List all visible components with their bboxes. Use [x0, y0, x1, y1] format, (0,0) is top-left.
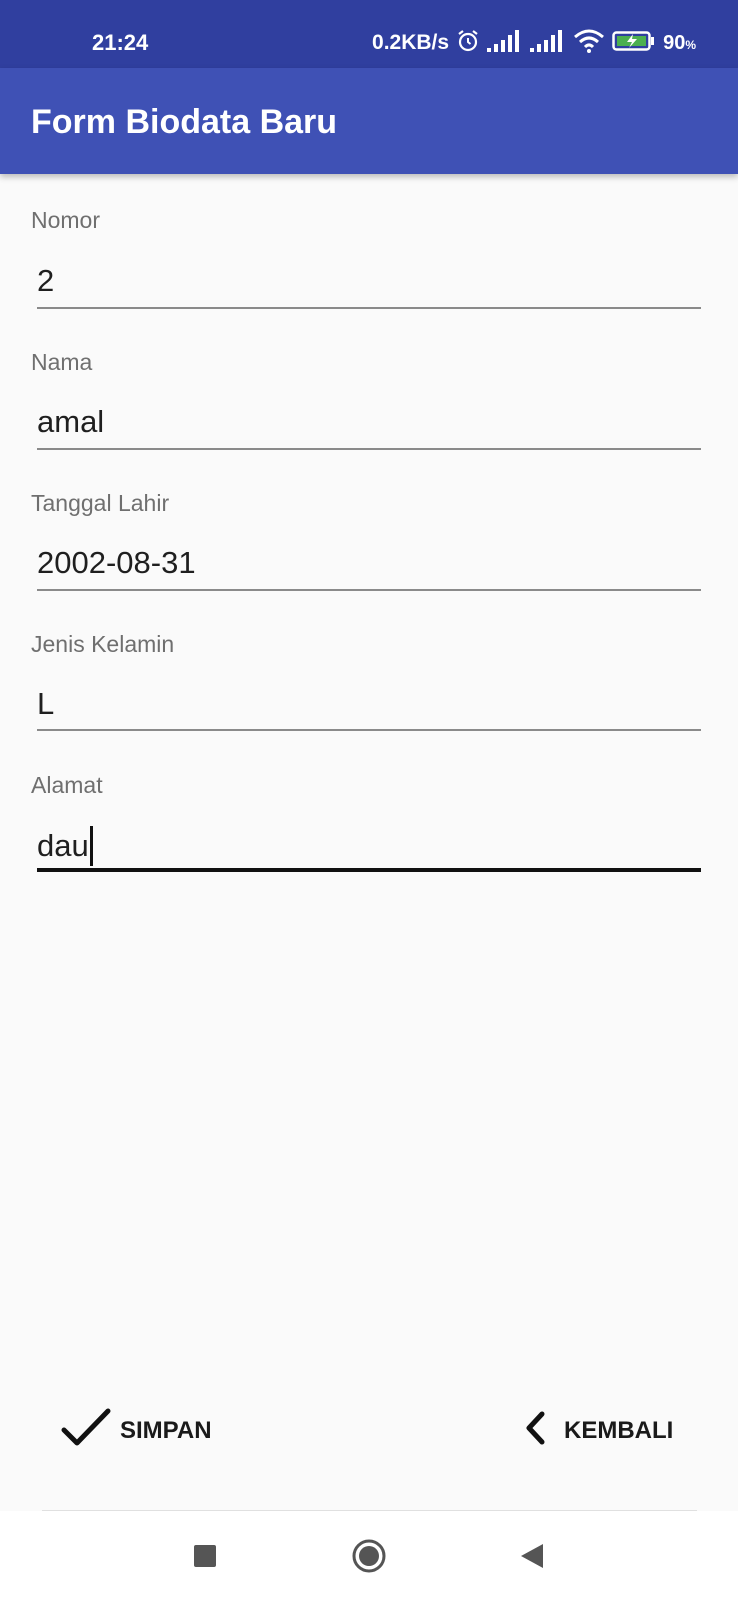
alamat-label: Alamat [31, 772, 103, 798]
home-icon[interactable] [344, 1531, 394, 1581]
alamat-underline [37, 868, 701, 872]
check-icon [60, 1406, 112, 1457]
back-button[interactable]: KEMBALI [524, 1400, 673, 1462]
net-speed: 0.2KB/s [372, 31, 450, 54]
jenis-kelamin-label: Jenis Kelamin [31, 631, 175, 657]
text-cursor [89, 826, 93, 866]
wifi-icon [573, 29, 605, 58]
jenis-kelamin-underline [37, 729, 701, 731]
signal-icon [487, 29, 523, 57]
system-nav-bar [0, 1511, 738, 1600]
chevron-left-icon [524, 1411, 546, 1452]
battery-charging-icon [612, 29, 656, 58]
nama-input[interactable]: amal [37, 403, 104, 441]
tanggal-lahir-input[interactable]: 2002-08-31 [37, 544, 196, 582]
tanggal-lahir-label: Tanggal Lahir [31, 490, 170, 516]
nomor-label: Nomor [31, 207, 101, 233]
back-button-label: KEMBALI [564, 1417, 674, 1444]
back-nav-icon[interactable] [507, 1531, 557, 1581]
nama-underline [37, 448, 701, 450]
status-icons: 0.2KB/s 90% [372, 26, 696, 60]
alamat-input-text: dau [37, 828, 89, 863]
nama-label: Nama [31, 349, 93, 375]
battery-percent-unit: % [685, 37, 696, 52]
jenis-kelamin-input[interactable]: L [37, 685, 54, 723]
app-bar: Form Biodata Baru [0, 68, 738, 174]
alamat-input[interactable]: dau [37, 826, 93, 866]
status-time: 21:24 [92, 30, 149, 55]
recents-icon[interactable] [180, 1531, 230, 1581]
status-bar: 21:24 0.2KB/s 90% [0, 0, 738, 68]
battery-percent: 90% [663, 32, 696, 55]
page-title: Form Biodata Baru [31, 103, 338, 141]
nomor-input[interactable]: 2 [37, 262, 54, 300]
alarm-icon [456, 29, 480, 58]
nomor-underline [37, 307, 701, 309]
save-button[interactable]: SIMPAN [60, 1400, 212, 1462]
signal-icon [530, 29, 566, 57]
save-button-label: SIMPAN [120, 1417, 212, 1444]
battery-percent-value: 90 [663, 31, 686, 54]
tanggal-lahir-underline [37, 589, 701, 591]
